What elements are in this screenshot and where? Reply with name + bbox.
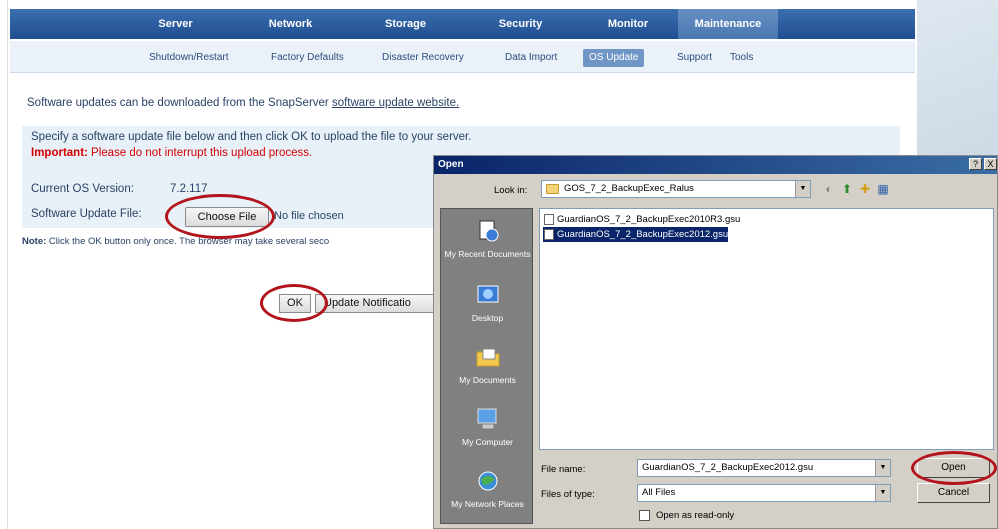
new-folder-icon[interactable]: ✚ xyxy=(857,181,873,197)
update-file-label: Software Update File: xyxy=(31,208,142,220)
subtab-data-import[interactable]: Data Import xyxy=(505,50,557,66)
place-network-places[interactable]: My Network Places xyxy=(441,469,534,509)
file-item[interactable]: GuardianOS_7_2_BackupExec2010R3.gsu xyxy=(543,212,740,227)
intro-text-body: Software updates can be downloaded from … xyxy=(27,97,332,109)
current-os-label: Current OS Version: xyxy=(31,183,134,195)
subtab-factory-defaults[interactable]: Factory Defaults xyxy=(271,50,344,66)
my-computer-icon xyxy=(477,408,496,430)
folder-icon xyxy=(546,184,559,194)
instruction-text: Specify a software update file below and… xyxy=(31,131,472,143)
file-type-select[interactable]: All Files ▼ xyxy=(637,484,891,502)
network-places-icon xyxy=(478,471,497,491)
open-file-dialog: Open ? X Look in: GOS_7_2_BackupExec_Ral… xyxy=(433,155,998,529)
nav-tab-storage[interactable]: Storage xyxy=(348,9,463,39)
look-in-dropdown[interactable]: GOS_7_2_BackupExec_Ralus ▼ xyxy=(541,180,811,198)
back-icon[interactable]: ◐ xyxy=(821,181,837,197)
place-label: My Documents xyxy=(459,375,516,385)
file-icon xyxy=(544,229,554,240)
highlight-circle-choose-file xyxy=(165,194,275,239)
subtab-shutdown-restart[interactable]: Shutdown/Restart xyxy=(149,50,229,66)
place-my-computer[interactable]: My Computer xyxy=(441,407,534,447)
read-only-checkbox[interactable] xyxy=(639,510,650,521)
subtab-os-update[interactable]: OS Update xyxy=(583,49,645,67)
file-name-value: GuardianOS_7_2_BackupExec2012.gsu xyxy=(642,462,814,473)
highlight-circle-open xyxy=(911,451,997,485)
current-os-value: 7.2.117 xyxy=(170,183,208,195)
desktop-icon xyxy=(477,285,498,303)
subtab-disaster-recovery[interactable]: Disaster Recovery xyxy=(382,50,464,66)
chevron-down-icon[interactable]: ▼ xyxy=(875,485,890,501)
place-recent-documents[interactable]: My Recent Documents xyxy=(441,219,534,259)
close-button[interactable]: X xyxy=(984,158,997,170)
dialog-title: Open xyxy=(438,159,464,170)
look-in-label: Look in: xyxy=(494,185,528,196)
nav-tab-monitor[interactable]: Monitor xyxy=(578,9,678,39)
dialog-title-bar: Open xyxy=(434,156,997,174)
help-button[interactable]: ? xyxy=(969,158,982,170)
sub-nav-bar: Shutdown/Restart Factory Defaults Disast… xyxy=(10,41,915,73)
software-update-link[interactable]: software update website. xyxy=(332,97,459,109)
place-label: My Network Places xyxy=(451,499,524,509)
look-in-value: GOS_7_2_BackupExec_Ralus xyxy=(564,183,694,194)
intro-text: Software updates can be downloaded from … xyxy=(27,97,459,109)
nav-tab-maintenance[interactable]: Maintenance xyxy=(678,9,778,39)
chevron-down-icon[interactable]: ▼ xyxy=(875,460,890,476)
cancel-button[interactable]: Cancel xyxy=(917,483,990,503)
file-name: GuardianOS_7_2_BackupExec2010R3.gsu xyxy=(557,214,741,225)
nav-tab-security[interactable]: Security xyxy=(463,9,578,39)
file-name-label: File name: xyxy=(541,464,586,475)
file-item-selected[interactable]: GuardianOS_7_2_BackupExec2012.gsu xyxy=(543,227,729,242)
place-label: My Computer xyxy=(461,437,513,447)
recent-documents-icon xyxy=(479,220,498,242)
no-file-chosen-text: No file chosen xyxy=(274,210,344,222)
file-list[interactable]: GuardianOS_7_2_BackupExec2010R3.gsu Guar… xyxy=(539,208,994,450)
place-label: My Recent Documents xyxy=(444,249,531,259)
update-notification-button[interactable]: Update Notificatio xyxy=(315,294,440,313)
note-text: Note: Click the OK button only once. The… xyxy=(22,236,329,247)
file-name-field[interactable]: GuardianOS_7_2_BackupExec2012.gsu ▼ xyxy=(637,459,891,477)
up-folder-icon[interactable]: ⬆ xyxy=(839,181,855,197)
nav-tab-network[interactable]: Network xyxy=(233,9,348,39)
subtab-tools[interactable]: Tools xyxy=(730,50,753,66)
chevron-down-icon[interactable]: ▼ xyxy=(795,181,810,197)
file-icon xyxy=(544,214,554,225)
file-type-label: Files of type: xyxy=(541,489,595,500)
views-menu-icon[interactable]: ▦ xyxy=(875,181,891,197)
important-label: Important: xyxy=(31,147,88,159)
important-warning: Important: Please do not interrupt this … xyxy=(31,147,312,159)
place-my-documents[interactable]: My Documents xyxy=(441,345,534,385)
nav-tab-server[interactable]: Server xyxy=(118,9,233,39)
places-bar: My Recent Documents Desktop My Documents… xyxy=(440,208,533,524)
dialog-title-buttons: ? X xyxy=(969,158,997,170)
file-type-value: All Files xyxy=(642,487,676,498)
place-label: Desktop xyxy=(471,313,504,323)
subtab-support[interactable]: Support xyxy=(677,50,712,66)
my-documents-icon xyxy=(476,348,499,367)
read-only-label: Open as read-only xyxy=(656,510,735,521)
note-label: Note: xyxy=(22,236,47,247)
place-desktop[interactable]: Desktop xyxy=(441,283,534,323)
file-name: GuardianOS_7_2_BackupExec2012.gsu xyxy=(557,229,729,240)
page-left-strip xyxy=(0,0,8,529)
important-text: Please do not interrupt this upload proc… xyxy=(87,147,313,159)
highlight-circle-ok xyxy=(260,284,328,322)
note-body: Click the OK button only once. The brows… xyxy=(46,236,330,247)
main-nav-bar: Server Network Storage Security Monitor … xyxy=(10,9,915,39)
